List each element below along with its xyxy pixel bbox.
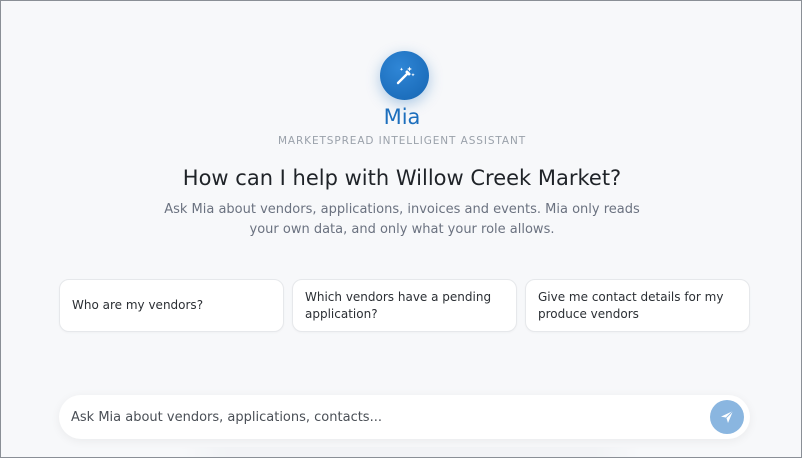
suggestion-label: Who are my vendors? [72,298,204,312]
suggestion-card-produce-contacts[interactable]: Give me contact details for my produce v… [525,279,750,332]
intro-description: Ask Mia about vendors, applications, inv… [164,202,640,237]
chat-composer [59,395,750,439]
assistant-name: Mia [383,105,421,129]
send-button[interactable] [710,400,744,434]
scroll-fade [181,447,641,457]
assistant-subtitle: MARKETSPREAD INTELLIGENT ASSISTANT [277,135,527,147]
chat-input[interactable] [59,395,699,439]
page-title: How can I help with Willow Creek Market? [182,166,622,190]
assistant-panel: Mia MARKETSPREAD INTELLIGENT ASSISTANT H… [0,0,802,458]
suggestion-card-vendors[interactable]: Who are my vendors? [59,279,284,332]
assistant-avatar [380,51,429,100]
suggestion-card-pending-applications[interactable]: Which vendors have a pending application… [292,279,517,332]
send-icon [721,410,734,423]
suggestion-label: Which vendors have a pending application… [305,289,492,321]
suggestion-label: Give me contact details for my produce v… [538,289,724,321]
magic-wand-icon [396,66,415,84]
